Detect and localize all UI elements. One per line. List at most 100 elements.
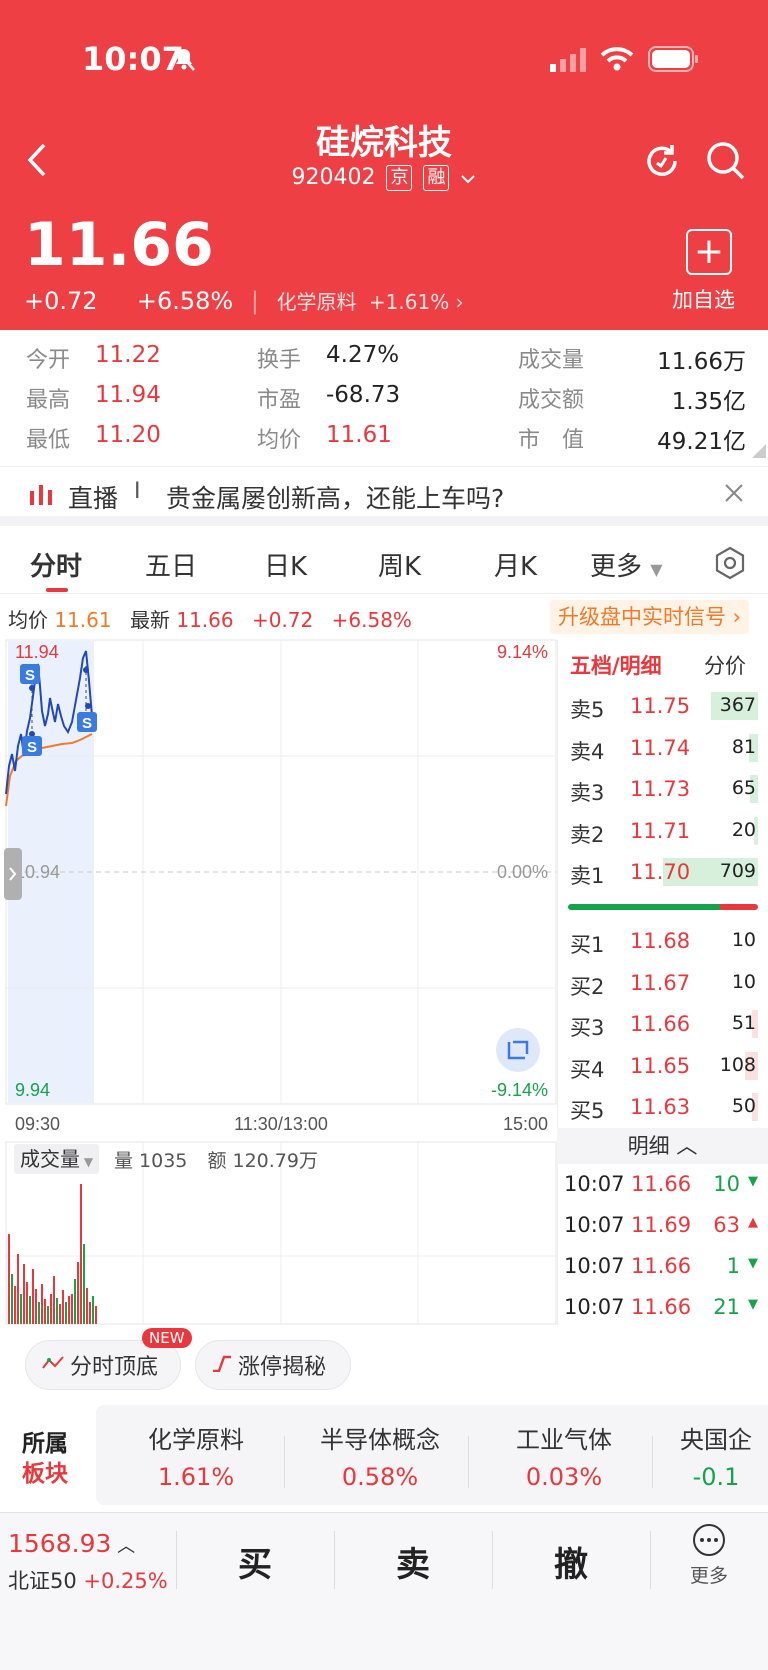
- settings-hex-icon[interactable]: [714, 546, 746, 584]
- turnover-amount: 额 120.79万: [207, 1150, 318, 1172]
- live-banner[interactable]: 直播 I 贵金属屡创新高，还能上车吗?: [0, 466, 768, 526]
- tab-weekly-k[interactable]: 周K: [378, 546, 421, 583]
- side-drawer-handle[interactable]: [4, 848, 22, 900]
- info-last-value: 11.66: [176, 608, 234, 632]
- fullscreen-button[interactable]: [496, 1028, 540, 1072]
- divider: [284, 1436, 285, 1488]
- divider: [468, 1436, 469, 1488]
- avg-value: 11.61: [326, 422, 392, 448]
- sector-card[interactable]: 半导体概念 0.58%: [296, 1420, 464, 1491]
- bid-price: 11.66: [630, 1012, 691, 1036]
- sector-card[interactable]: 化学原料 1.61%: [112, 1420, 280, 1491]
- volume-bar: [23, 1264, 25, 1324]
- ask-row[interactable]: 卖3 11.73 65: [570, 773, 760, 807]
- volume-selector-label: 成交量: [20, 1147, 80, 1171]
- tab-five-day[interactable]: 五日: [145, 546, 197, 583]
- volume-bar: [95, 1306, 97, 1324]
- bid-level-label: 买4: [570, 1057, 605, 1082]
- search-icon[interactable]: [706, 141, 746, 185]
- volume-bar: [50, 1294, 52, 1324]
- chevron-up-icon: ︿: [669, 1134, 698, 1158]
- current-price: 11.66: [24, 210, 214, 280]
- tab-intraday[interactable]: 分时: [30, 546, 82, 583]
- book-tab-five-level[interactable]: 五档/明细: [570, 650, 662, 680]
- ask-row[interactable]: 卖1 11.70 709: [570, 856, 760, 890]
- ask-row[interactable]: 卖5 11.75 367: [570, 690, 760, 724]
- intraday-chart[interactable]: S S S 11.94 10.94 9.94 9.14% 0.00% -9.14…: [0, 636, 560, 1326]
- volume-bar: [68, 1296, 70, 1324]
- sector-card[interactable]: 央国企 -0.1: [664, 1420, 768, 1491]
- tab-daily-k[interactable]: 日K: [264, 546, 307, 583]
- volume-bar: [92, 1296, 94, 1324]
- add-watchlist-label[interactable]: 加自选: [672, 284, 735, 314]
- signal-dot: [83, 667, 89, 673]
- high-value: 11.94: [95, 382, 161, 408]
- tick-price: 11.69: [631, 1213, 692, 1237]
- bid-ask-ratio-bar: [568, 904, 758, 910]
- volume-bar: [53, 1276, 55, 1324]
- volume-selector[interactable]: 成交量 ▼: [14, 1144, 100, 1174]
- sector-link[interactable]: 化学原料 +1.61% ›: [277, 290, 464, 314]
- volume-bar: [11, 1274, 13, 1324]
- turnover-value: 4.27%: [326, 342, 400, 368]
- ask-level-label: 卖5: [570, 698, 605, 722]
- upgrade-signal-link[interactable]: 升级盘中实时信号 ›: [550, 600, 750, 634]
- volume-bar: [71, 1294, 73, 1324]
- close-icon[interactable]: [724, 483, 744, 507]
- refresh-icon[interactable]: [642, 141, 682, 185]
- detail-label: 明细: [627, 1134, 670, 1158]
- bid-volume: 51: [731, 1012, 756, 1034]
- book-tab-price-dist[interactable]: 分价: [704, 650, 746, 680]
- volume-bar: [56, 1298, 58, 1324]
- ask-price: 11.75: [630, 694, 691, 718]
- volume-bar: [17, 1254, 19, 1324]
- sector-card-pct: -0.1: [692, 1463, 740, 1491]
- tab-monthly-k[interactable]: 月K: [494, 546, 537, 583]
- price-change: +0.72: [24, 287, 98, 315]
- ask-price: 11.73: [630, 777, 691, 801]
- open-label: 今开: [26, 348, 71, 373]
- add-watchlist-button[interactable]: +: [686, 229, 732, 275]
- ask-volume: 367: [719, 694, 756, 716]
- bid-row[interactable]: 买1 11.68 10: [570, 925, 760, 959]
- bid-row[interactable]: 买2 11.67 10: [570, 967, 760, 1001]
- pct-top-label: 9.14%: [497, 642, 548, 662]
- time-start-label: 09:30: [15, 1114, 60, 1134]
- sector-card[interactable]: 工业气体 0.03%: [480, 1420, 648, 1491]
- signal-letter: S: [25, 667, 35, 684]
- sector-card-name: 工业气体: [516, 1426, 612, 1454]
- ask-volume: 709: [719, 860, 756, 882]
- limit-up-reveal-button[interactable]: 涨停揭秘: [195, 1340, 351, 1390]
- bid-row[interactable]: 买3 11.66 51: [570, 1008, 760, 1042]
- tick-time: 10:07: [564, 1213, 625, 1237]
- divider: [652, 1436, 653, 1488]
- info-avg-label: 均价: [8, 608, 48, 632]
- volume-bar: [20, 1294, 22, 1324]
- bid-row[interactable]: 买4 11.65 108: [570, 1050, 760, 1084]
- detail-header[interactable]: 明细 ︿: [557, 1128, 768, 1164]
- tab-more[interactable]: 更多 ▼: [590, 546, 663, 583]
- index-name: 北证50: [8, 1569, 77, 1593]
- ask-row[interactable]: 卖2 11.71 20: [570, 815, 760, 849]
- sector-card-name: 半导体概念: [320, 1426, 440, 1454]
- index-value[interactable]: 1568.93 ︿: [8, 1529, 135, 1558]
- ask-row[interactable]: 卖4 11.74 81: [570, 732, 760, 766]
- tick-price: 11.66: [631, 1254, 692, 1278]
- buy-button[interactable]: 买: [176, 1537, 334, 1586]
- sell-signal-badge[interactable]: S: [20, 664, 40, 684]
- bid-price: 11.68: [630, 929, 691, 953]
- sector-strip-label1: 所属: [22, 1431, 68, 1457]
- intraday-top-bottom-label: 分时顶底: [70, 1355, 159, 1380]
- cancel-button[interactable]: 撤: [492, 1537, 650, 1586]
- bid-row[interactable]: 买5 11.63 50: [570, 1091, 760, 1125]
- buy-signal-badge[interactable]: S: [77, 712, 97, 732]
- expand-corner-icon[interactable]: [752, 444, 766, 458]
- sell-button[interactable]: 卖: [334, 1537, 492, 1586]
- more-button[interactable]: 更多: [650, 1523, 768, 1588]
- bid-volume: 10: [731, 970, 756, 993]
- caret-down-icon: ▼: [650, 560, 663, 579]
- bid-price: 11.65: [630, 1053, 691, 1078]
- buy-signal-badge[interactable]: S: [22, 736, 42, 756]
- volume-bar: [44, 1299, 46, 1324]
- volume-bar: [41, 1284, 43, 1324]
